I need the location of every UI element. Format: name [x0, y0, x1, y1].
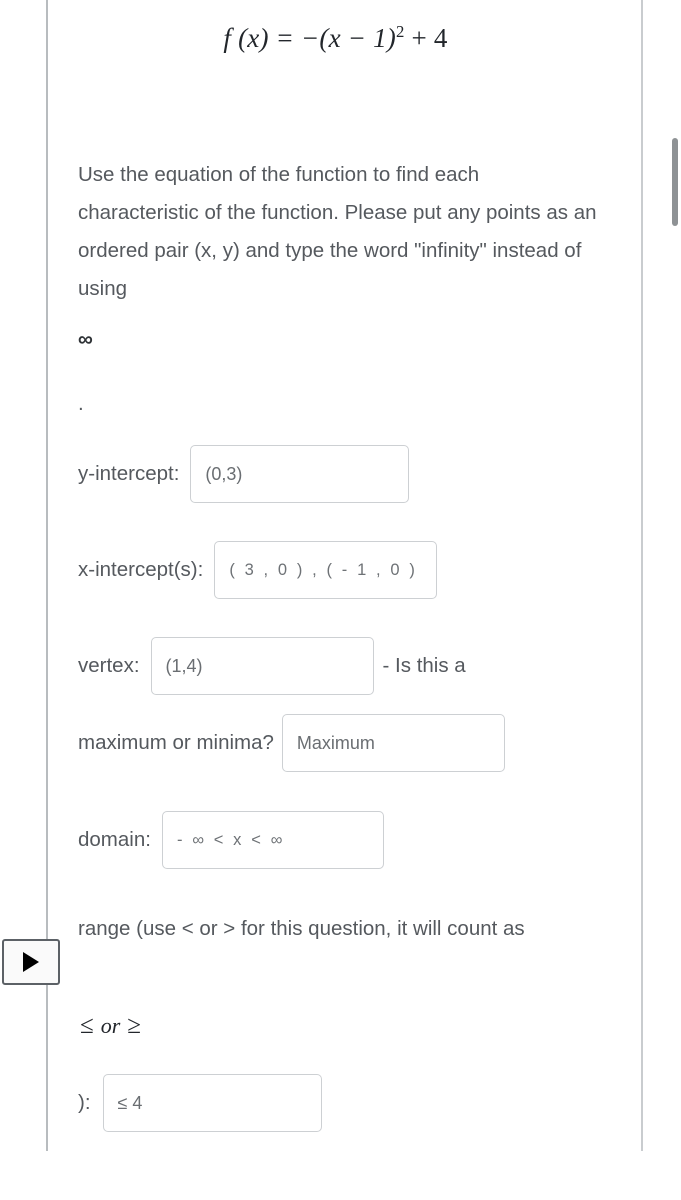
worksheet-content: f (x) = −(x − 1)2 + 4 Use the equation o… — [78, 0, 623, 1132]
max-or-min-label: maximum or minima? — [78, 730, 274, 754]
y-intercept-input[interactable]: (0,3) — [190, 445, 410, 503]
equation-exponent: 2 — [395, 22, 405, 41]
stray-period: . — [78, 392, 84, 415]
vertex-label: vertex: — [78, 653, 140, 677]
instructions-paragraph: Use the equation of the function to find… — [78, 163, 597, 300]
equation-rhs: + 4 — [411, 23, 448, 53]
max-or-min-input[interactable]: Maximum — [281, 714, 505, 772]
inequality-hint: ≤ or ≥ — [80, 1012, 141, 1040]
greater-equal-icon: ≥ — [127, 1012, 142, 1039]
range-input[interactable]: ≤ 4 — [102, 1074, 322, 1132]
x-intercepts-row: x-intercept(s): ( 3 , 0 ) , ( - 1 , 0 ) — [78, 541, 438, 599]
max-or-min-row: maximum or minima? Maximum — [78, 714, 505, 772]
domain-label: domain: — [78, 827, 151, 851]
range-label: ): — [78, 1090, 91, 1114]
function-equation: f (x) = −(x − 1)2 + 4 — [78, 0, 623, 54]
x-intercepts-label: x-intercept(s): — [78, 557, 204, 581]
play-icon — [23, 952, 39, 972]
equation-lhs: f (x) = −(x − 1) — [223, 23, 396, 53]
less-equal-icon: ≤ — [80, 1012, 94, 1039]
play-button[interactable] — [2, 939, 60, 985]
or-word: or — [100, 1013, 121, 1038]
right-page-divider — [641, 0, 643, 1151]
y-intercept-label: y-intercept: — [78, 461, 180, 485]
infinity-symbol: ∞ — [78, 328, 93, 351]
range-instructions: range (use < or > for this question, it … — [78, 917, 525, 940]
vertex-input[interactable]: (1,4) — [150, 637, 374, 695]
vertical-scrollbar[interactable] — [667, 0, 681, 1200]
domain-input[interactable]: - ∞ < x < ∞ — [161, 811, 384, 869]
range-row: ): ≤ 4 — [78, 1074, 322, 1132]
vertex-trailing-text: - Is this a — [382, 653, 466, 677]
scrollbar-thumb[interactable] — [672, 138, 678, 226]
vertex-row: vertex: (1,4) - Is this a — [78, 637, 466, 695]
domain-row: domain: - ∞ < x < ∞ — [78, 811, 384, 869]
x-intercepts-input[interactable]: ( 3 , 0 ) , ( - 1 , 0 ) — [214, 541, 438, 599]
y-intercept-row: y-intercept: (0,3) — [78, 445, 410, 503]
